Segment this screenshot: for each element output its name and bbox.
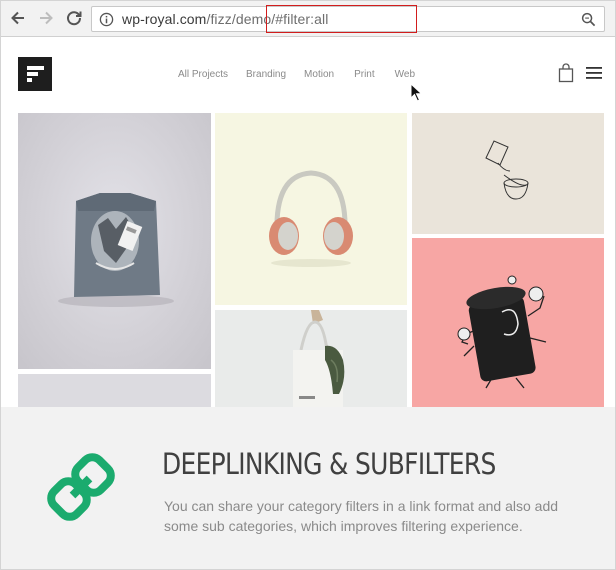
browser-toolbar: wp-royal.com/fizz/demo/#filter:all: [1, 1, 615, 37]
portfolio-item-trashcan[interactable]: [412, 238, 604, 408]
logo-icon: [27, 66, 44, 82]
site-header: All Projects Branding Motion Print Web: [1, 38, 615, 112]
search-icon[interactable]: [581, 12, 596, 27]
feature-title: DEEPLINKING & SUBFILTERS: [162, 447, 496, 481]
portfolio-item-sketch[interactable]: [412, 113, 604, 234]
url-domain: wp-royal.com: [122, 11, 207, 27]
pouring-cup-sketch: [485, 140, 529, 200]
filter-nav: All Projects Branding Motion Print Web: [178, 69, 415, 80]
trashcan-image: [457, 275, 547, 389]
portfolio-item-tote-bag[interactable]: [215, 310, 407, 408]
menu-icon[interactable]: [586, 66, 602, 80]
url-path: /fizz/demo/: [206, 11, 276, 27]
portfolio-item-partial[interactable]: [18, 374, 211, 408]
nav-item-motion[interactable]: Motion: [304, 69, 334, 80]
feature-section: DEEPLINKING & SUBFILTERS You can share y…: [1, 407, 615, 569]
back-arrow-icon: [11, 11, 24, 25]
nav-item-branding[interactable]: Branding: [246, 69, 286, 80]
info-icon[interactable]: [99, 12, 114, 27]
url-hash-highlight: [266, 5, 417, 33]
portfolio-item-tshirt[interactable]: [18, 113, 211, 369]
site-logo[interactable]: [18, 57, 52, 91]
reload-button[interactable]: [63, 7, 85, 29]
nav-item-all-projects[interactable]: All Projects: [178, 69, 228, 80]
back-button[interactable]: [7, 7, 29, 29]
link-chain-icon: [47, 453, 115, 521]
address-bar[interactable]: wp-royal.com/fizz/demo/#filter:all: [91, 5, 605, 33]
headphones-image: [269, 170, 353, 267]
cart-icon[interactable]: [558, 63, 574, 83]
feature-description: You can share your category filters in a…: [164, 498, 559, 534]
forward-button[interactable]: [35, 7, 57, 29]
nav-item-web[interactable]: Web: [395, 69, 415, 80]
portfolio-item-headphones[interactable]: [215, 113, 407, 305]
browser-window: wp-royal.com/fizz/demo/#filter:all All P…: [0, 0, 616, 570]
tshirt-image: [58, 193, 174, 307]
mouse-cursor-icon: [410, 83, 423, 102]
forward-arrow-icon: [40, 11, 53, 25]
nav-item-print[interactable]: Print: [354, 69, 375, 80]
tote-bag-image: [293, 310, 345, 408]
reload-icon: [67, 11, 82, 26]
